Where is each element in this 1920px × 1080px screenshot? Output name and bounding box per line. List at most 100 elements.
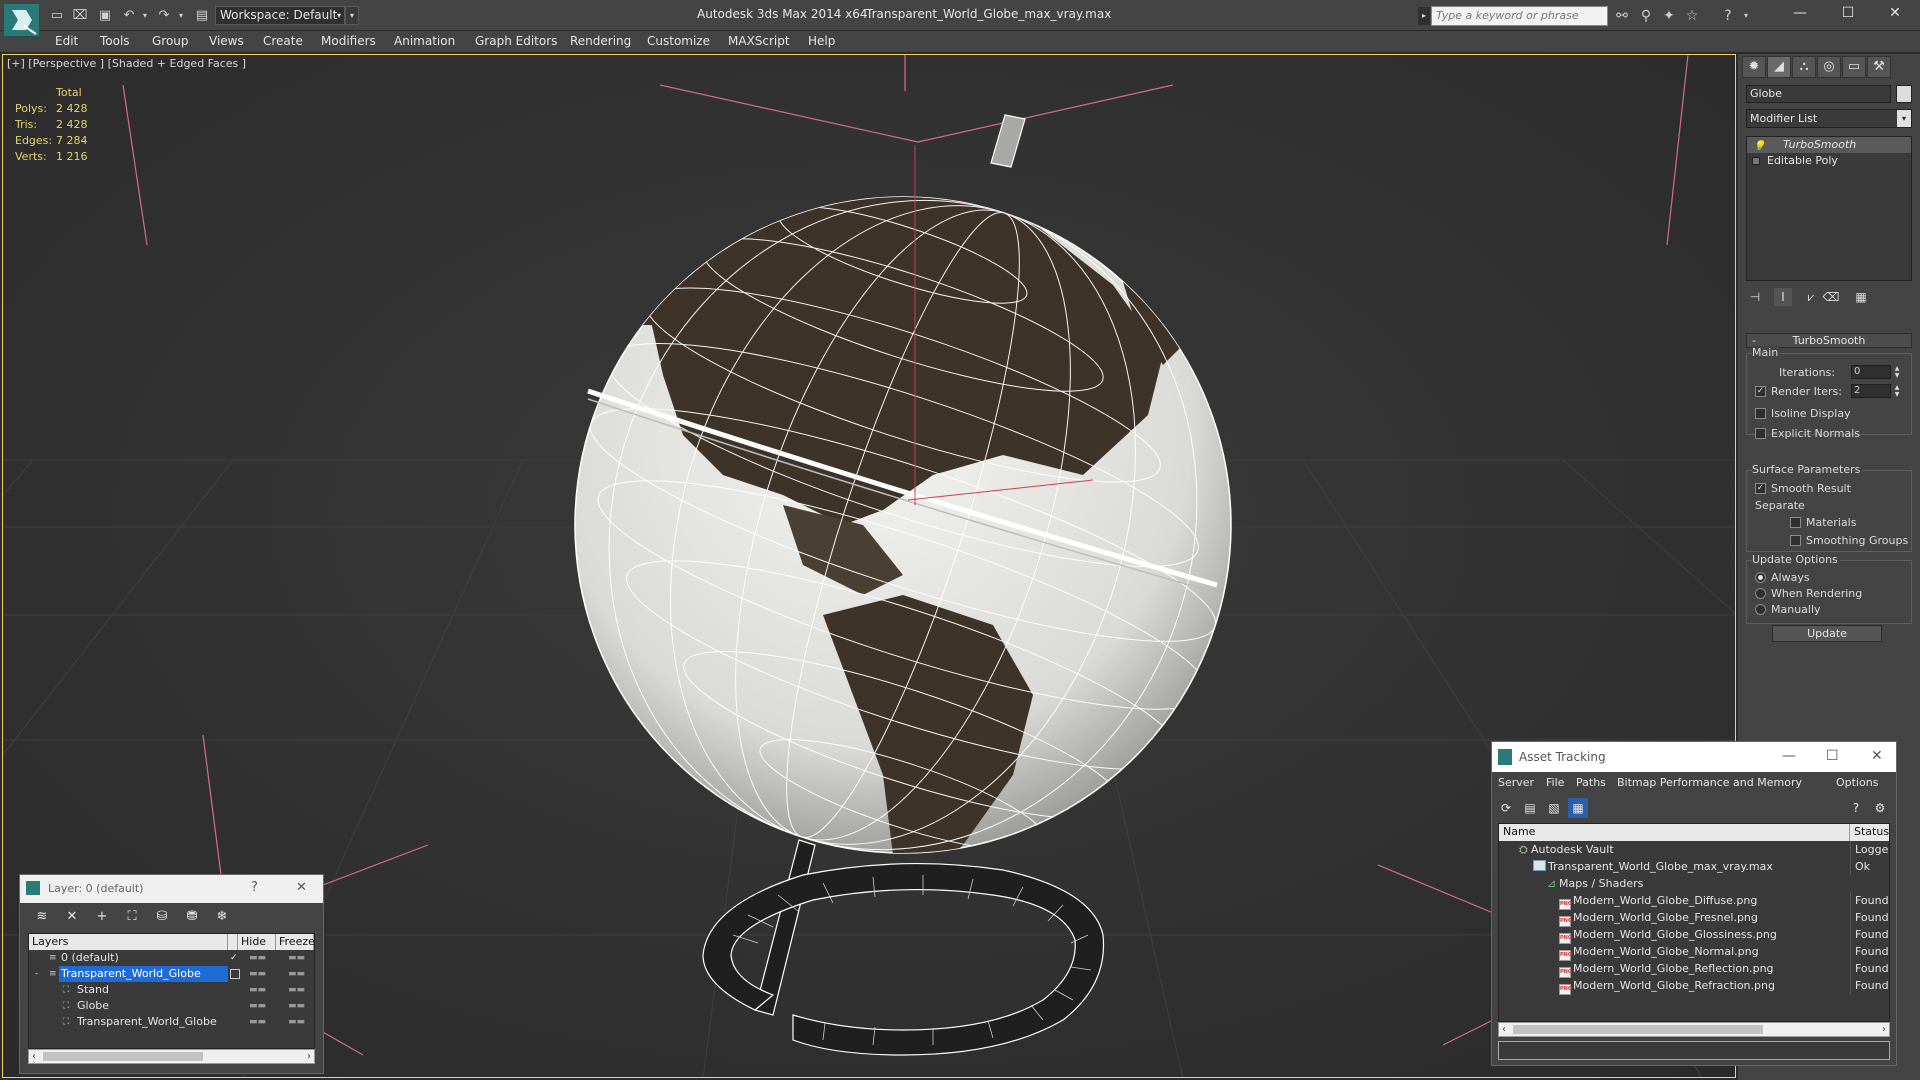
scrollbar-thumb[interactable] — [43, 1052, 203, 1061]
asset-row[interactable]: PNGModern_World_Globe_Diffuse.png Found — [1499, 892, 1889, 910]
favorites-star-icon[interactable]: ☆ — [1682, 6, 1702, 26]
stack-item-editable-poly[interactable]: Editable Poly — [1747, 153, 1911, 169]
workspace-select[interactable]: Workspace: Default ▾ — [215, 6, 345, 25]
menu-help[interactable]: Help — [808, 34, 835, 48]
iterations-spinner[interactable]: 0 — [1851, 365, 1891, 379]
asset-row[interactable]: Transparent_World_Globe_max_vray.max Ok — [1499, 858, 1889, 875]
column-header-freeze[interactable]: Freeze — [276, 934, 315, 950]
freeze-toggle[interactable]: ▬▬ — [288, 1014, 305, 1030]
workspace-dropdown-button[interactable]: ▾ — [345, 6, 359, 25]
select-objects-icon[interactable]: ⛶ — [122, 907, 142, 927]
close-icon[interactable]: ✕ — [1871, 748, 1883, 764]
freeze-all-icon[interactable]: ❄ — [212, 907, 232, 927]
column-header-layers[interactable]: Layers — [29, 934, 228, 950]
hide-toggle[interactable]: ▬▬ — [249, 998, 266, 1014]
modifier-list-dropdown[interactable]: Modifier List ▾ — [1746, 109, 1912, 128]
hide-toggle[interactable]: ▬▬ — [249, 966, 266, 982]
current-layer-check-icon[interactable]: ✓ — [230, 953, 240, 963]
maximize-icon[interactable]: ☐ — [1826, 748, 1839, 764]
scroll-right-icon[interactable]: › — [1882, 1023, 1886, 1036]
settings-icon[interactable]: ⚙ — [1870, 798, 1890, 818]
expand-icon[interactable] — [1752, 157, 1760, 165]
help-dropdown-icon[interactable]: ▾ — [1736, 6, 1756, 26]
layer-horizontal-scrollbar[interactable]: ‹ › — [28, 1049, 315, 1064]
configure-modifier-sets-icon[interactable]: ▦ — [1852, 288, 1870, 306]
menu-modifiers[interactable]: Modifiers — [321, 34, 376, 48]
freeze-toggle[interactable]: ▬▬ — [288, 966, 305, 982]
menu-file[interactable]: File — [1546, 776, 1564, 789]
asset-tracking-titlebar[interactable]: Asset Tracking — ☐ ✕ — [1492, 742, 1896, 772]
layer-row[interactable]: ⛶ Transparent_World_Globe ▬▬ ▬▬ — [29, 1014, 314, 1030]
isoline-display-checkbox[interactable] — [1755, 408, 1766, 419]
hide-toggle[interactable]: ▬▬ — [249, 950, 266, 966]
redo-dropdown-icon[interactable]: ▾ — [172, 7, 190, 24]
list-view-icon[interactable]: ▤ — [1520, 798, 1540, 818]
menu-options[interactable]: Options — [1836, 776, 1878, 789]
layer-row[interactable]: ≡ 0 (default) ✓ ▬▬ ▬▬ — [29, 950, 314, 966]
scroll-left-icon[interactable]: ‹ — [1502, 1023, 1506, 1036]
layer-row[interactable]: - ≡ Transparent_World_Globe ▬▬ ▬▬ — [29, 966, 314, 982]
minimize-icon[interactable]: — — [1777, 0, 1823, 26]
modifier-stack[interactable]: 💡 TurboSmooth Editable Poly — [1746, 136, 1912, 281]
layer-dialog-titlebar[interactable]: Layer: 0 (default) ? ✕ — [20, 875, 323, 903]
minimize-icon[interactable]: — — [1782, 748, 1796, 764]
layer-table[interactable]: Layers Hide Freeze ≡ 0 (default) ✓ ▬▬ ▬▬… — [28, 933, 315, 1049]
help-icon[interactable]: ? — [1846, 798, 1866, 818]
column-header-status[interactable]: Status — [1850, 824, 1889, 841]
display-tab-icon[interactable]: ▭ — [1842, 56, 1866, 78]
menu-animation[interactable]: Animation — [394, 34, 455, 48]
layer-row[interactable]: ⛶ Stand ▬▬ ▬▬ — [29, 982, 314, 998]
help-icon[interactable]: ? — [251, 880, 258, 895]
freeze-toggle[interactable]: ▬▬ — [288, 998, 305, 1014]
viewport-label[interactable]: [+] [Perspective ] [Shaded + Edged Faces… — [7, 57, 246, 70]
spinner-arrows-icon[interactable]: ▲ ▼ — [1892, 365, 1902, 379]
undo-dropdown-icon[interactable]: ▾ — [136, 7, 154, 24]
remove-modifier-icon[interactable]: ⌫ — [1822, 288, 1840, 306]
new-icon[interactable]: ▭ — [48, 7, 66, 24]
hide-toggle[interactable]: ▬▬ — [249, 1014, 266, 1030]
set-current-box[interactable] — [230, 969, 240, 979]
add-to-layer-icon[interactable]: + — [92, 907, 112, 927]
search-input[interactable]: Type a keyword or phrase — [1431, 6, 1608, 26]
close-icon[interactable]: ✕ — [1872, 0, 1918, 26]
asset-row[interactable]: PNGModern_World_Globe_Glossiness.png Foun… — [1499, 926, 1889, 944]
table-view-icon[interactable]: ▦ — [1568, 798, 1588, 818]
menu-views[interactable]: Views — [209, 34, 244, 48]
make-unique-icon[interactable]: ⩗ — [1802, 288, 1820, 306]
when-rendering-radio[interactable] — [1755, 588, 1766, 599]
help-icon[interactable]: ? — [1718, 6, 1738, 26]
asset-status-field[interactable] — [1498, 1041, 1890, 1060]
open-icon[interactable]: ⌧ — [71, 7, 89, 24]
smoothing-groups-checkbox[interactable] — [1790, 535, 1801, 546]
menu-graph-editors[interactable]: Graph Editors — [475, 34, 557, 48]
layers-icon[interactable]: ≋ — [32, 907, 52, 927]
column-header-current[interactable] — [228, 934, 238, 950]
asset-row[interactable]: ⛭Autodesk Vault Logged O — [1499, 841, 1889, 858]
render-iters-spinner[interactable]: 2 — [1851, 384, 1891, 398]
menu-paths[interactable]: Paths — [1576, 776, 1606, 789]
hierarchy-tab-icon[interactable]: ⛬ — [1792, 56, 1816, 78]
thumbnail-view-icon[interactable]: ▧ — [1544, 798, 1564, 818]
project-icon[interactable]: ▤ — [193, 7, 211, 24]
refresh-icon[interactable]: ⟳ — [1496, 798, 1516, 818]
asset-row[interactable]: PNGModern_World_Globe_Normal.png Found — [1499, 943, 1889, 961]
explicit-normals-checkbox[interactable] — [1755, 428, 1766, 439]
always-radio[interactable] — [1755, 572, 1766, 583]
menu-tools[interactable]: Tools — [100, 34, 130, 48]
update-button[interactable]: Update — [1772, 625, 1882, 642]
pin-stack-icon[interactable]: ⊣ — [1746, 288, 1764, 306]
search-expand-icon[interactable]: ▸ — [1418, 7, 1430, 25]
asset-table[interactable]: Name Status ⛭Autodesk VaultLogged OTrans… — [1498, 823, 1890, 1022]
collapse-icon[interactable]: - — [35, 969, 45, 979]
render-iters-checkbox[interactable]: ✓ — [1755, 386, 1766, 397]
asset-horizontal-scrollbar[interactable]: ‹ › — [1498, 1022, 1890, 1037]
menu-bitmap-performance[interactable]: Bitmap Performance and Memory — [1617, 776, 1802, 789]
modify-tab-icon[interactable]: ◢ — [1767, 56, 1791, 78]
menu-create[interactable]: Create — [263, 34, 303, 48]
communication-center-icon[interactable]: ✦ — [1659, 6, 1679, 26]
object-color-swatch[interactable] — [1896, 85, 1912, 103]
save-icon[interactable]: ▣ — [96, 7, 114, 24]
menu-customize[interactable]: Customize — [647, 34, 710, 48]
stack-item-turbosmooth[interactable]: 💡 TurboSmooth — [1747, 137, 1911, 153]
redo-icon[interactable]: ↷ — [155, 7, 173, 24]
